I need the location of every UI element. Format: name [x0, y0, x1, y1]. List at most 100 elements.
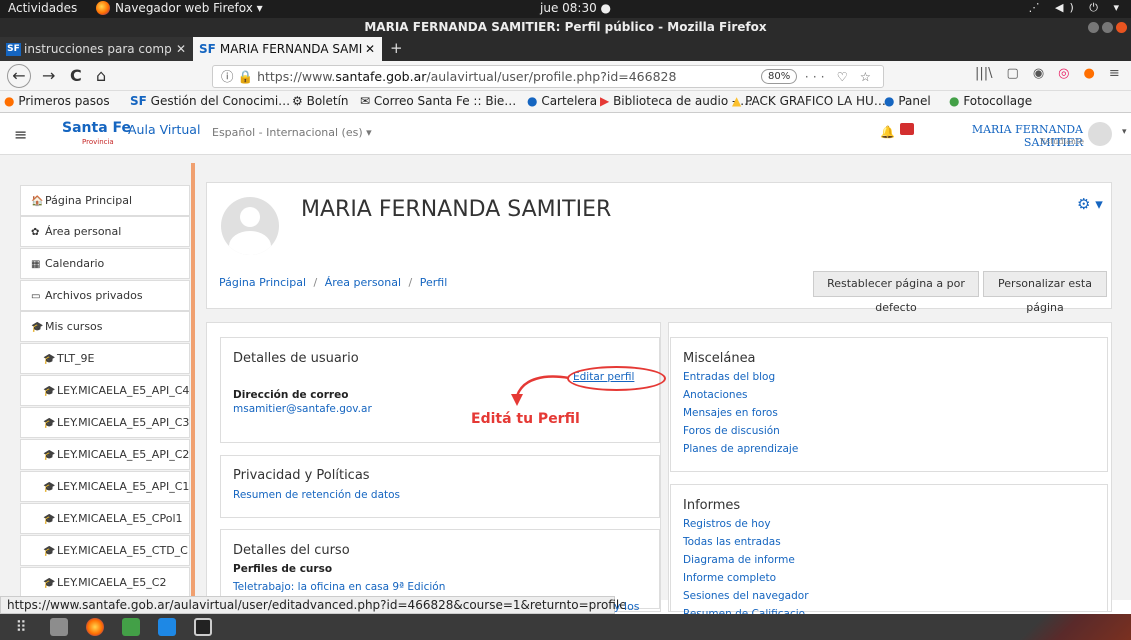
app-menu[interactable]: Navegador web Firefox ▾	[96, 1, 263, 15]
misc-link[interactable]: Foros de discusión	[683, 425, 780, 437]
logo-text: Santa Fe	[62, 120, 132, 136]
back-button[interactable]: ←	[7, 64, 31, 88]
breadcrumb-separator: /	[408, 276, 413, 289]
system-tray[interactable]: ⋰ ◀) ⏻ ▾	[1029, 1, 1125, 15]
activities-button[interactable]: Actividades	[8, 1, 77, 15]
report-link[interactable]: Informe completo	[683, 572, 776, 584]
bookmark-biblioteca[interactable]: ▶ Biblioteca de audio - …	[600, 94, 752, 108]
bookmark-label: Boletín	[306, 94, 349, 108]
apps-grid-icon[interactable]: ⠿	[12, 618, 30, 636]
messages-icon[interactable]	[900, 123, 914, 135]
sidebar-item-ley-micaela-e5-api-c2[interactable]: 🎓 LEY.MICAELA_E5_API_C2	[20, 439, 190, 470]
writer-icon[interactable]	[158, 618, 176, 636]
graduation-cap-icon: 🎓	[31, 322, 44, 333]
site-logo[interactable]: Santa Fe Provincia	[62, 121, 131, 149]
sidebar-item-p-gina-principal[interactable]: 🏠 Página Principal	[20, 185, 190, 216]
email-value[interactable]: msamitier@santafe.gov.ar	[233, 403, 372, 415]
misc-link[interactable]: Anotaciones	[683, 389, 748, 401]
graduation-cap-icon: 🎓	[43, 482, 56, 493]
chat-icon: ●	[884, 94, 895, 108]
screen-icon[interactable]	[194, 618, 212, 636]
page-actions[interactable]: ··· ♡ ☆	[805, 66, 875, 87]
new-tab-button[interactable]: +	[390, 37, 403, 59]
report-link[interactable]: Diagrama de informe	[683, 554, 795, 566]
reload-button[interactable]: C	[70, 66, 82, 86]
sf-icon: SF	[130, 94, 147, 108]
account-icon[interactable]: ◉	[1033, 66, 1044, 81]
sidebar-item-ley-micaela-e5-c2[interactable]: 🎓 LEY.MICAELA_E5_C2	[20, 567, 190, 598]
sidebar-item-mis-cursos[interactable]: 🎓 Mis cursos	[20, 311, 190, 342]
minimize-button[interactable]	[1088, 22, 1099, 33]
calc-icon[interactable]	[122, 618, 140, 636]
breadcrumb-home[interactable]: Página Principal	[219, 276, 306, 289]
breadcrumb-current[interactable]: Perfil	[420, 276, 448, 289]
tab-instrucciones[interactable]: SF instrucciones para comp ✕	[0, 37, 193, 61]
annotation-text: Editá tu Perfil	[471, 411, 580, 427]
course-link[interactable]: Teletrabajo: la oficina en casa 9ª Edici…	[233, 581, 445, 593]
menu-toggle-icon[interactable]: ≡	[14, 125, 27, 144]
sidebar-item-tlt-9e[interactable]: 🎓 TLT_9E	[20, 343, 190, 374]
sidebar-icon[interactable]: ▢	[1007, 66, 1019, 81]
graduation-cap-icon: 🎓	[43, 450, 56, 461]
info-icon[interactable]: ⓘ	[221, 69, 234, 84]
sidebar-item--rea-personal[interactable]: ✿ Área personal	[20, 216, 190, 247]
firefox-icon[interactable]: ●	[1084, 66, 1095, 81]
bookmark-pack[interactable]: ▲ PACK GRAFICO LA HU…	[732, 94, 886, 108]
breadcrumb-area[interactable]: Área personal	[325, 276, 401, 289]
report-link[interactable]: Sesiones del navegador	[683, 590, 809, 602]
clock[interactable]: jue 08:30 ●	[540, 1, 611, 15]
report-link[interactable]: Registros de hoy	[683, 518, 771, 530]
reset-page-button[interactable]: Restablecer página a por defecto	[813, 271, 979, 314]
bookmark-gestion[interactable]: SF Gestión del Conocimi…	[130, 94, 290, 108]
data-retention-link[interactable]: Resumen de retención de datos	[233, 489, 400, 501]
misc-link[interactable]: Planes de aprendizaje	[683, 443, 798, 455]
privacy-section: Privacidad y Políticas Resumen de retenc…	[220, 455, 660, 518]
sidebar-item-label: Mis cursos	[45, 320, 103, 333]
close-window-button[interactable]	[1116, 22, 1127, 33]
files-icon[interactable]	[50, 618, 68, 636]
bell-icon[interactable]: 🔔	[880, 125, 895, 139]
instagram-icon[interactable]: ◎	[1058, 66, 1069, 81]
gear-icon[interactable]: ⚙ ▾	[1077, 195, 1103, 213]
close-icon[interactable]: ✕	[176, 37, 186, 61]
home-button[interactable]: ⌂	[96, 66, 106, 86]
section-title: Informes	[683, 498, 741, 513]
sidebar-item-ley-micaela-e5-api-c3[interactable]: 🎓 LEY.MICAELA_E5_API_C3	[20, 407, 190, 438]
tab-profile[interactable]: SF MARIA FERNANDA SAMI ✕	[193, 37, 382, 61]
bookmark-primeros-pasos[interactable]: ● Primeros pasos	[4, 94, 110, 108]
app-menu-label: Navegador web Firefox ▾	[115, 1, 263, 15]
firefox-icon: ●	[4, 94, 15, 108]
language-menu[interactable]: Español - Internacional (es) ▾	[212, 126, 372, 139]
bookmark-fotocollage[interactable]: ● Fotocollage	[949, 94, 1032, 108]
sidebar-item-ley-micaela-e5-api-c4[interactable]: 🎓 LEY.MICAELA_E5_API_C4	[20, 375, 190, 406]
customize-page-button[interactable]: Personalizar esta página	[983, 271, 1107, 314]
taskbar: ⠿	[0, 614, 1131, 640]
sidebar-item-ley-micaela-e5-cpol1[interactable]: 🎓 LEY.MICAELA_E5_CPol1	[20, 503, 190, 534]
zoom-indicator[interactable]: 80%	[761, 69, 798, 84]
bookmark-panel[interactable]: ● Panel	[884, 94, 931, 108]
firefox-icon[interactable]	[86, 618, 104, 636]
breadcrumb-separator: /	[313, 276, 318, 289]
maximize-button[interactable]	[1102, 22, 1113, 33]
url-bar[interactable]: ⓘ 🔒 https://www.santafe.gob.ar/aulavirtu…	[212, 65, 884, 88]
breadcrumb: Página Principal / Área personal / Perfi…	[219, 276, 447, 289]
bookmark-correo[interactable]: ✉ Correo Santa Fe :: Bie…	[360, 94, 516, 108]
sidebar-item-calendario[interactable]: ▦ Calendario	[20, 248, 190, 279]
site-name[interactable]: Aula Virtual	[128, 122, 200, 137]
bookmark-boletin[interactable]: ⚙ Boletín	[292, 94, 349, 108]
sidebar-item-ley-micaela-e5-ctd-c1[interactable]: 🎓 LEY.MICAELA_E5_CTD_C1	[20, 535, 190, 566]
sidebar-item-ley-micaela-e5-api-c1[interactable]: 🎓 LEY.MICAELA_E5_API_C1	[20, 471, 190, 502]
misc-link[interactable]: Mensajes en foros	[683, 407, 778, 419]
chevron-down-icon[interactable]: ▾	[1122, 127, 1127, 137]
reports-section: Informes Registros de hoy Todas las entr…	[670, 484, 1108, 620]
forward-button[interactable]: →	[42, 66, 55, 86]
wallpaper-corner	[971, 614, 1131, 640]
bookmark-cartelera[interactable]: ● Cartelera	[527, 94, 597, 108]
menu-icon[interactable]: ≡	[1109, 66, 1120, 81]
avatar[interactable]	[1088, 122, 1112, 146]
sidebar-item-archivos-privados[interactable]: ▭ Archivos privados	[20, 280, 190, 311]
close-icon[interactable]: ✕	[365, 37, 375, 61]
misc-link[interactable]: Entradas del blog	[683, 371, 775, 383]
library-icon[interactable]: |||\	[975, 66, 993, 81]
report-link[interactable]: Todas las entradas	[683, 536, 781, 548]
